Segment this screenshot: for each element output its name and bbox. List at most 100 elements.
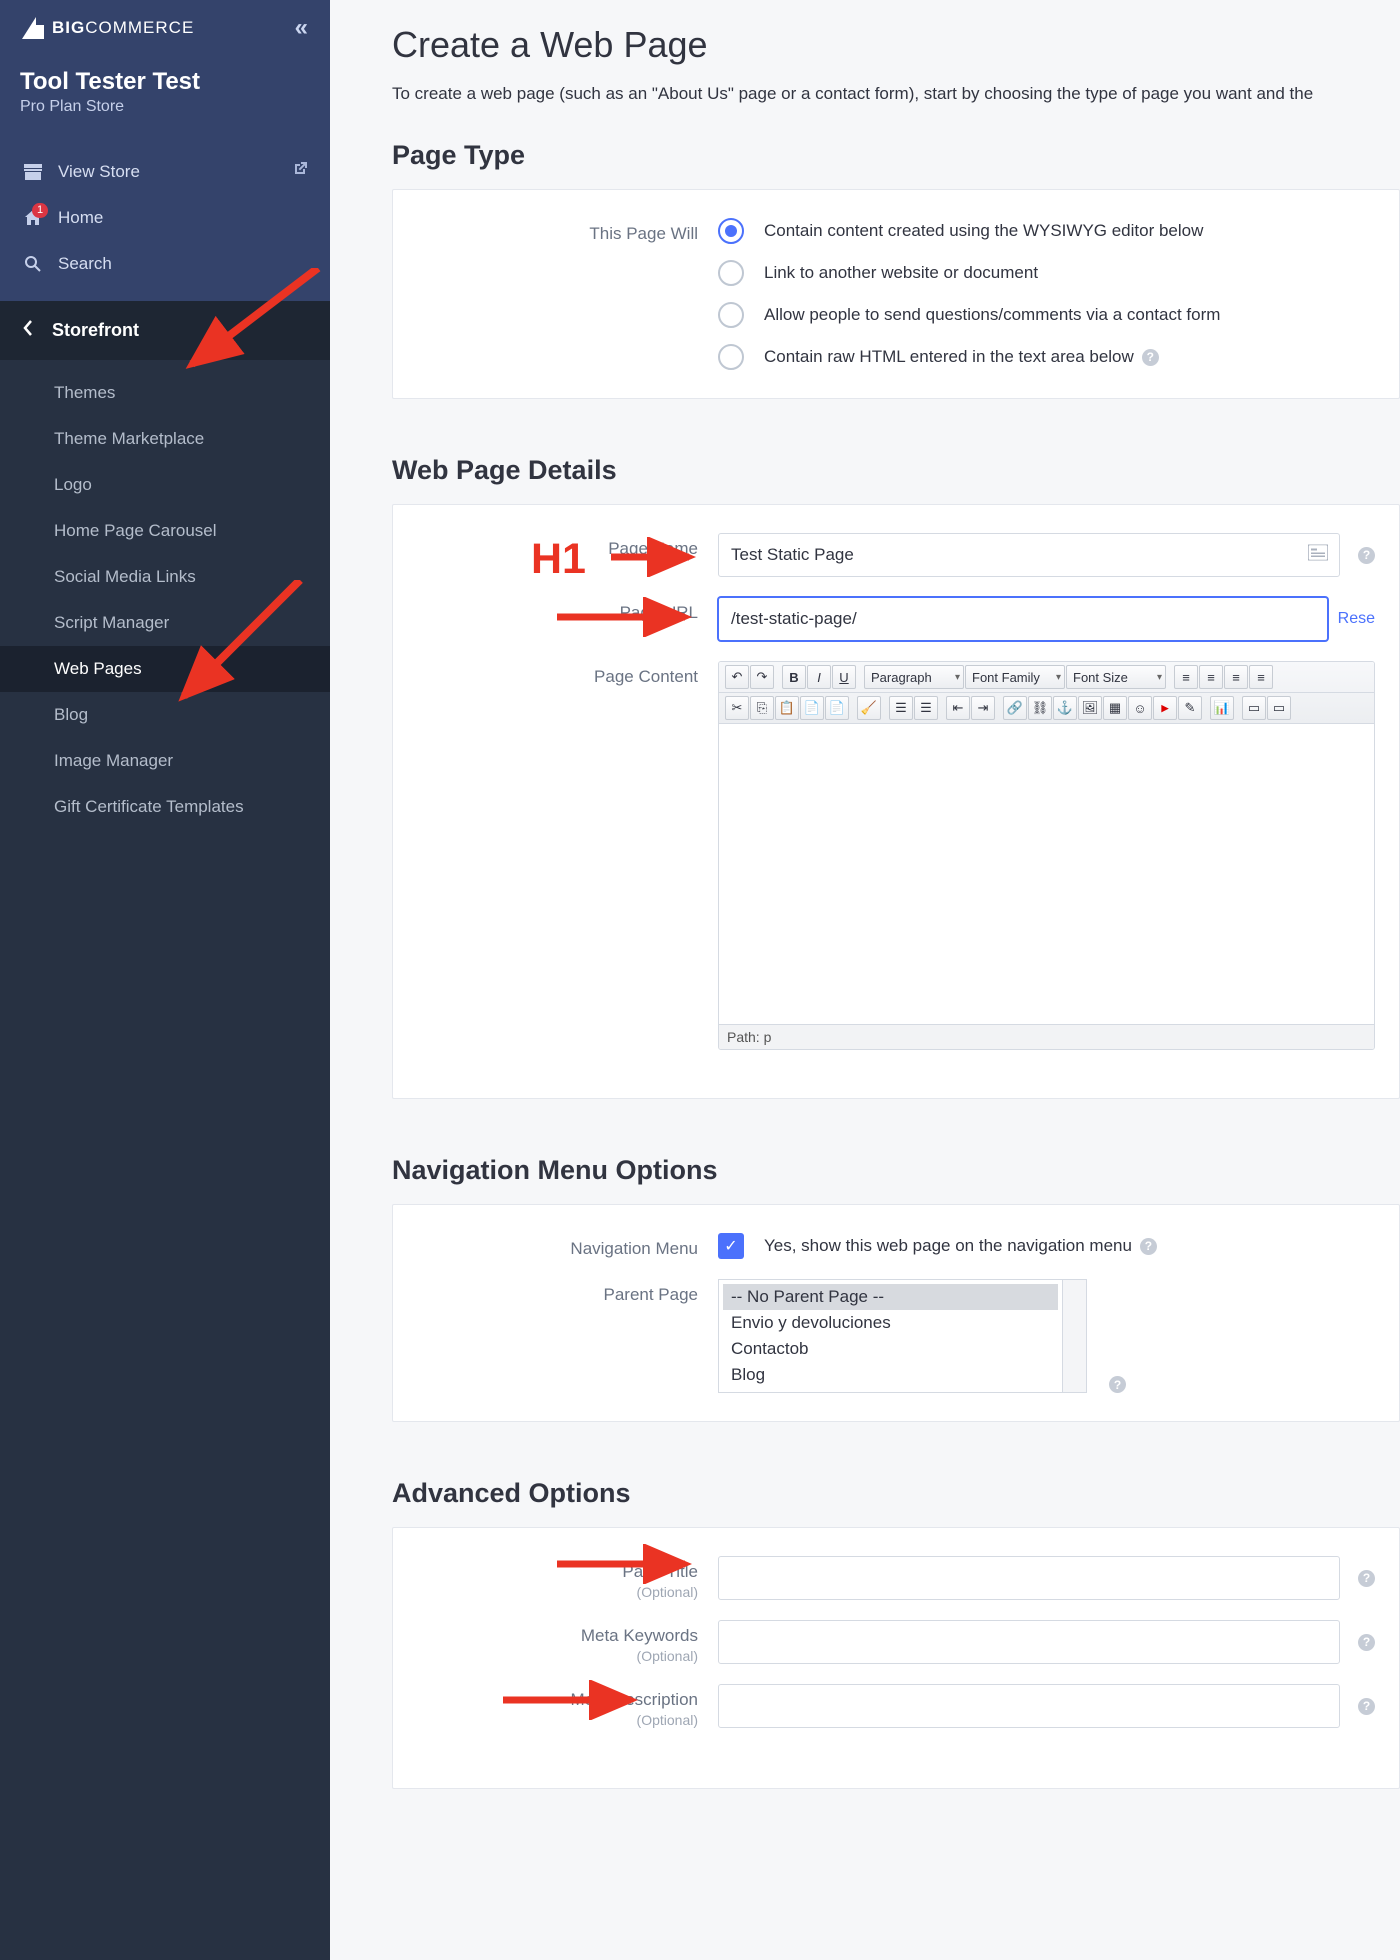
parent-page-option[interactable]: -- No Parent Page -- (723, 1284, 1058, 1310)
tb-unlink[interactable]: ⛓ (1028, 696, 1052, 720)
sidebar-item-theme-marketplace[interactable]: Theme Marketplace (0, 416, 330, 462)
page-type-radio-label: Contain content created using the WYSIWY… (764, 221, 1203, 241)
tb-paste[interactable]: 📋 (775, 696, 799, 720)
sidebar-item-web-pages[interactable]: Web Pages (0, 646, 330, 692)
tb-edit[interactable]: ✎ (1178, 696, 1202, 720)
page-type-label: This Page Will (393, 218, 718, 244)
navmenu-check-label: Yes, show this web page on the navigatio… (764, 1236, 1132, 1256)
tb-indent[interactable]: ⇥ (971, 696, 995, 720)
tb-paste-text[interactable]: 📄 (800, 696, 824, 720)
nav-search[interactable]: Search (0, 241, 330, 287)
meta-description-input[interactable] (718, 1684, 1340, 1728)
page-type-radio-3[interactable] (718, 344, 744, 370)
wysiwyg-editor: ↶ ↷ B I U Paragraph Font Family Font Siz… (718, 661, 1375, 1050)
tb-align-center[interactable]: ≡ (1199, 665, 1223, 689)
tb-youtube[interactable]: ▶ (1153, 696, 1177, 720)
page-type-radio-0[interactable] (718, 218, 744, 244)
nav-home[interactable]: 1 Home (0, 195, 330, 241)
page-type-radio-2[interactable] (718, 302, 744, 328)
tb-cell-merge[interactable]: ▭ (1267, 696, 1291, 720)
tb-fontfamily-select[interactable]: Font Family (965, 665, 1065, 689)
sidebar-item-logo[interactable]: Logo (0, 462, 330, 508)
nav-view-store[interactable]: View Store (0, 148, 330, 195)
sidebar-item-social-media-links[interactable]: Social Media Links (0, 554, 330, 600)
tb-emoji[interactable]: ☺ (1128, 696, 1152, 720)
nav-label: View Store (58, 162, 140, 182)
advanced-panel: Page Title (Optional) ? Meta Keywords (O… (392, 1527, 1400, 1789)
section-storefront[interactable]: Storefront (0, 301, 330, 360)
navmenu-heading: Navigation Menu Options (392, 1155, 1400, 1186)
page-type-radio-label: Allow people to send questions/comments … (764, 305, 1220, 325)
store-name: Tool Tester Test (20, 68, 310, 96)
store-plan: Pro Plan Store (20, 98, 310, 116)
details-panel: Page Name ? Page URL Rese Page Content (392, 504, 1400, 1099)
parent-page-option[interactable]: Envio y devoluciones (723, 1310, 1058, 1336)
tb-align-right[interactable]: ≡ (1224, 665, 1248, 689)
parent-page-option[interactable]: Blog (723, 1362, 1058, 1388)
nav-label: Home (58, 208, 103, 228)
tb-link[interactable]: 🔗 (1003, 696, 1027, 720)
tb-paste-word[interactable]: 📄 (825, 696, 849, 720)
tb-italic[interactable]: I (807, 665, 831, 689)
sidebar-item-home-page-carousel[interactable]: Home Page Carousel (0, 508, 330, 554)
reset-link[interactable]: Rese (1338, 610, 1375, 628)
help-icon[interactable]: ? (1358, 1634, 1375, 1651)
tb-table[interactable]: ▦ (1103, 696, 1127, 720)
sidebar-item-blog[interactable]: Blog (0, 692, 330, 738)
tb-align-justify[interactable]: ≡ (1249, 665, 1273, 689)
page-name-input[interactable] (718, 533, 1340, 577)
sidebar-item-gift-certificate-templates[interactable]: Gift Certificate Templates (0, 784, 330, 830)
section-label: Storefront (52, 320, 139, 341)
tb-underline[interactable]: U (832, 665, 856, 689)
page-url-input[interactable] (718, 597, 1328, 641)
page-title-input[interactable] (718, 1556, 1340, 1600)
tb-ul[interactable]: ☰ (889, 696, 913, 720)
sidebar-item-themes[interactable]: Themes (0, 370, 330, 416)
annotation-arrow-page-name (611, 537, 701, 577)
tb-anchor[interactable]: ⚓ (1053, 696, 1077, 720)
navmenu-checkbox[interactable]: ✓ (718, 1233, 744, 1259)
help-icon[interactable]: ? (1109, 1376, 1126, 1393)
tb-redo[interactable]: ↷ (750, 665, 774, 689)
tb-copy[interactable]: ⎘ (750, 696, 774, 720)
parent-page-option[interactable]: Contactob (723, 1336, 1058, 1362)
tb-undo[interactable]: ↶ (725, 665, 749, 689)
help-icon[interactable]: ? (1358, 1698, 1375, 1715)
tb-clear[interactable]: 🧹 (857, 696, 881, 720)
sidebar: BIGCOMMERCE « Tool Tester Test Pro Plan … (0, 0, 330, 1960)
editor-body[interactable] (719, 724, 1374, 1024)
sidebar-item-script-manager[interactable]: Script Manager (0, 600, 330, 646)
search-icon (22, 255, 44, 273)
annotation-arrow-page-title (557, 1544, 697, 1584)
sidebar-header: BIGCOMMERCE « Tool Tester Test Pro Plan … (0, 0, 330, 301)
tb-cut[interactable]: ✂ (725, 696, 749, 720)
page-type-heading: Page Type (392, 140, 1400, 171)
editor-toolbar: ↶ ↷ B I U Paragraph Font Family Font Siz… (719, 662, 1374, 724)
collapse-sidebar-button[interactable]: « (295, 14, 308, 42)
bigcommerce-logo-icon (22, 17, 48, 39)
tb-chart[interactable]: 📊 (1210, 696, 1234, 720)
help-icon[interactable]: ? (1358, 547, 1375, 564)
annotation-h1-label: H1 (531, 535, 586, 584)
page-type-radio-label: Link to another website or document (764, 263, 1038, 283)
page-type-radio-1[interactable] (718, 260, 744, 286)
editor-path: Path: p (719, 1024, 1374, 1049)
tb-cell-split[interactable]: ▭ (1242, 696, 1266, 720)
meta-keywords-input[interactable] (718, 1620, 1340, 1664)
tb-align-left[interactable]: ≡ (1174, 665, 1198, 689)
tb-image[interactable]: 🖼 (1078, 696, 1102, 720)
details-heading: Web Page Details (392, 455, 1400, 486)
tb-ol[interactable]: ☰ (914, 696, 938, 720)
brand-logo: BIGCOMMERCE (22, 17, 194, 39)
sidebar-item-image-manager[interactable]: Image Manager (0, 738, 330, 784)
help-icon[interactable]: ? (1140, 1238, 1157, 1255)
parent-page-select[interactable]: -- No Parent Page --Envio y devoluciones… (718, 1279, 1063, 1393)
tb-bold[interactable]: B (782, 665, 806, 689)
tb-outdent[interactable]: ⇤ (946, 696, 970, 720)
tb-paragraph-select[interactable]: Paragraph (864, 665, 964, 689)
help-icon[interactable]: ? (1358, 1570, 1375, 1587)
tb-fontsize-select[interactable]: Font Size (1066, 665, 1166, 689)
page-intro: To create a web page (such as an "About … (392, 84, 1400, 104)
help-icon[interactable]: ? (1142, 349, 1159, 366)
scrollbar[interactable] (1063, 1279, 1087, 1393)
